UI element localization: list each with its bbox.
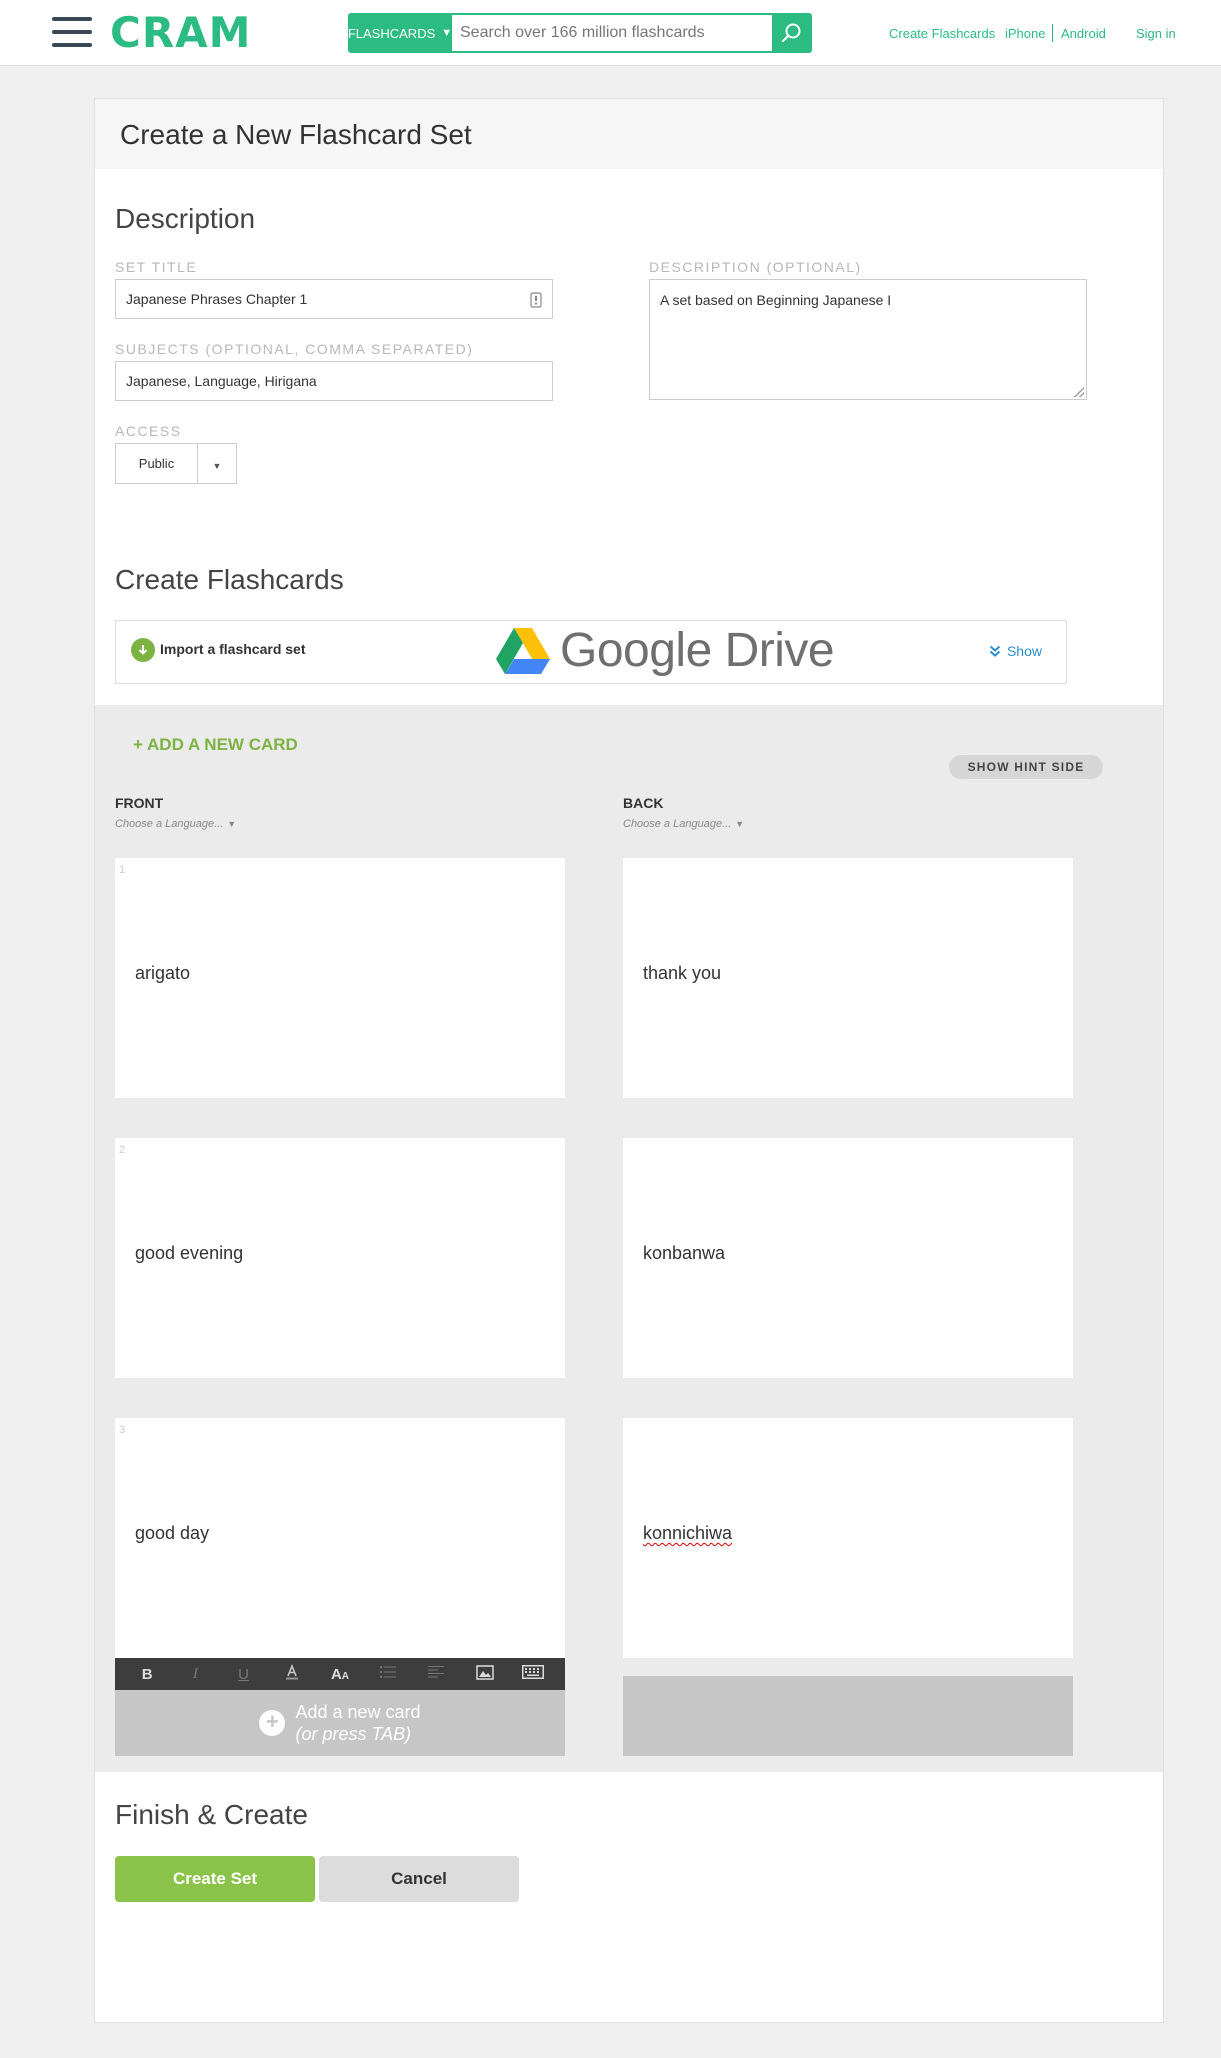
search-icon	[781, 23, 801, 43]
add-new-card-link[interactable]: + ADD A NEW CARD	[133, 735, 298, 755]
underline-icon[interactable]: U	[231, 1666, 257, 1683]
formatting-toolbar: B I U AA	[115, 1658, 565, 1690]
text-color-icon[interactable]	[279, 1663, 305, 1684]
plus-circle-icon: +	[259, 1710, 286, 1736]
subjects-label: SUBJECTS (OPTIONAL, COMMA SEPARATED)	[115, 341, 474, 357]
description-label: DESCRIPTION (OPTIONAL)	[649, 259, 862, 275]
card-number: 1	[119, 864, 126, 876]
menu-icon[interactable]	[52, 17, 92, 49]
create-flashcards-link[interactable]: Create Flashcards	[889, 26, 995, 41]
card-front-text: arigato	[135, 963, 191, 983]
back-toolbar-placeholder	[623, 1676, 1073, 1756]
sign-in-link[interactable]: Sign in	[1136, 26, 1176, 41]
import-flashcard-set-link[interactable]: Import a flashcard set	[160, 641, 306, 657]
card-front[interactable]: 1 arigato	[115, 858, 565, 1098]
show-hint-side-button[interactable]: SHOW HINT SIDE	[949, 755, 1103, 779]
card-number: 3	[119, 1424, 126, 1436]
access-label: ACCESS	[115, 423, 182, 439]
chevron-double-down-icon	[989, 645, 1001, 657]
align-icon[interactable]	[423, 1665, 449, 1683]
google-drive-option[interactable]: Google Drive	[496, 623, 835, 678]
dropdown-arrow-icon: ▼	[212, 460, 222, 471]
list-icon[interactable]	[375, 1665, 401, 1683]
finish-heading: Finish & Create	[115, 1799, 308, 1830]
description-textarea[interactable]: A set based on Beginning Japanese I	[649, 279, 1087, 400]
description-heading: Description	[115, 203, 256, 234]
subjects-value: Japanese, Language, Hirigana	[126, 373, 317, 389]
search-category-dropdown[interactable]: FLASHCARDS ▼	[348, 13, 452, 53]
import-bar: Import a flashcard set Google Drive Show	[115, 620, 1067, 684]
cram-logo[interactable]: CRAM	[110, 8, 251, 57]
card-back[interactable]: konnichiwa	[623, 1418, 1073, 1658]
card-front-text: good day	[135, 1523, 210, 1543]
card-number: 2	[119, 1144, 126, 1156]
font-size-icon[interactable]: AA	[327, 1666, 353, 1683]
show-label: Show	[1006, 643, 1042, 659]
show-import-options-link[interactable]: Show	[989, 643, 1042, 659]
dropdown-arrow-icon: ▼	[441, 27, 453, 39]
resize-handle[interactable]	[1074, 387, 1084, 397]
subjects-field[interactable]: Japanese, Language, Hirigana	[115, 361, 553, 401]
android-link[interactable]: Android	[1061, 26, 1106, 41]
front-language-select[interactable]: Choose a Language... ▼	[115, 818, 236, 830]
field-helper-icon	[530, 292, 542, 308]
add-new-card-button[interactable]: + Add a new card (or press TAB)	[115, 1690, 565, 1756]
front-language-label: Choose a Language...	[115, 818, 224, 830]
set-title-value: Japanese Phrases Chapter 1	[126, 291, 308, 307]
cancel-button[interactable]: Cancel	[319, 1856, 519, 1902]
bold-icon[interactable]: B	[134, 1666, 160, 1683]
google-drive-label: Google Drive	[560, 624, 835, 677]
panel-header: Create a New Flashcard Set	[95, 99, 1163, 169]
back-language-label: Choose a Language...	[623, 818, 732, 830]
page-title: Create a New Flashcard Set	[120, 119, 472, 150]
create-flashcards-heading: Create Flashcards	[115, 564, 344, 595]
create-set-panel: Create a New Flashcard Set Description S…	[94, 98, 1164, 2023]
image-icon[interactable]	[472, 1664, 498, 1684]
keyboard-icon[interactable]	[520, 1665, 546, 1683]
search-bar: FLASHCARDS ▼	[348, 13, 812, 53]
dropdown-arrow-icon: ▼	[227, 819, 237, 829]
add-new-card-hint: (or press TAB)	[295, 1724, 412, 1744]
iphone-link[interactable]: iPhone	[1005, 26, 1045, 41]
card-front[interactable]: 3 good day	[115, 1418, 565, 1658]
description-value: A set based on Beginning Japanese I	[660, 292, 892, 308]
search-category-label: FLASHCARDS	[347, 25, 436, 41]
card-front[interactable]: 2 good evening	[115, 1138, 565, 1378]
back-language-select[interactable]: Choose a Language... ▼	[623, 818, 744, 830]
dropdown-arrow-icon: ▼	[735, 819, 745, 829]
front-column-header: FRONT	[115, 795, 164, 811]
download-icon[interactable]	[131, 638, 155, 662]
link-divider	[1052, 24, 1053, 42]
set-title-field[interactable]: Japanese Phrases Chapter 1	[115, 279, 553, 319]
search-button[interactable]	[772, 13, 812, 53]
access-value: Public	[116, 444, 198, 483]
italic-icon[interactable]: I	[182, 1666, 208, 1683]
cards-editor-region: + ADD A NEW CARD SHOW HINT SIDE FRONT Ch…	[95, 705, 1163, 1772]
card-back-text: thank you	[643, 963, 722, 983]
set-title-label: SET TITLE	[115, 259, 198, 275]
google-drive-icon	[496, 627, 550, 674]
card-back-text: konbanwa	[643, 1243, 726, 1263]
access-select[interactable]: Public ▼	[115, 443, 237, 484]
top-navigation-bar: CRAM FLASHCARDS ▼ Create Flashcards iPho…	[0, 0, 1221, 66]
create-set-button[interactable]: Create Set	[115, 1856, 315, 1902]
search-input[interactable]	[452, 13, 772, 53]
card-back[interactable]: konbanwa	[623, 1138, 1073, 1378]
add-new-card-label: Add a new card	[295, 1702, 421, 1722]
card-back-text: konnichiwa	[643, 1523, 733, 1543]
card-back[interactable]: thank you	[623, 858, 1073, 1098]
back-column-header: BACK	[623, 795, 664, 811]
card-front-text: good evening	[135, 1243, 244, 1263]
